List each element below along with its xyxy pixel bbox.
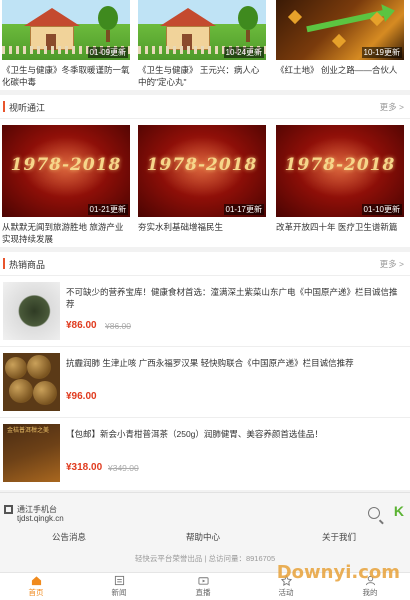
product-name[interactable]: 抗霾润肺 生津止咳 广西永福罗汉果 轻快购联合《中国原产递》栏目诚信推荐 — [66, 357, 402, 369]
update-badge: 10-19更新 — [361, 47, 402, 58]
video-section: 视听通江 更多 > 1978-2018 01-21更新 从默默无闻到旅游胜地 旅… — [0, 95, 410, 247]
more-link[interactable]: 更多 > — [380, 258, 404, 270]
section-title: 热销商品 — [9, 260, 46, 270]
more-link[interactable]: 更多 > — [380, 101, 404, 113]
product-image[interactable]: 金桔普洱柑之美 — [3, 424, 60, 482]
product-original-price: ¥86.00 — [105, 321, 131, 331]
tab-news[interactable]: 新闻 — [99, 575, 139, 598]
video-thumbnail[interactable]: 1978-2018 01-21更新 — [2, 125, 130, 217]
product-image-label: 金桔普洱柑之美 — [7, 428, 50, 434]
footer-link-about[interactable]: 关于我们 — [322, 531, 356, 543]
site-footer: 通江手机台 tjdst.qingk.cn K 公告消息 帮助中心 关于我们 轻快… — [0, 492, 410, 572]
site-url: tjdst.qingk.cn — [17, 514, 64, 523]
home-icon — [31, 576, 41, 586]
product-name[interactable]: 不可缺少的营养宝库！健康食材首选：潼满深土紫菜山东广电《中国原产递》栏目诚信推荐 — [66, 286, 402, 310]
tab-label: 我的 — [362, 588, 378, 597]
product-item[interactable]: 抗霾润肺 生津止咳 广西永福罗汉果 轻快购联合《中国原产递》栏目诚信推荐 ¥96… — [0, 353, 410, 411]
product-image[interactable] — [3, 282, 60, 340]
search-icon[interactable] — [368, 507, 380, 519]
video-thumbnail[interactable]: 01-09更新 — [2, 0, 130, 60]
product-name[interactable]: 【包邮】新会小青柑普洱茶（250g）润肺健胃、美容养颜首选佳品！ — [66, 428, 402, 440]
video-thumbnail[interactable]: 1978-2018 01-17更新 — [138, 125, 266, 217]
video-caption[interactable]: 《卫生与健康》冬季取暖谨防一氧化碳中毒 — [2, 64, 130, 88]
video-thumbnail[interactable]: 10-19更新 — [276, 0, 404, 60]
update-badge: 01-21更新 — [87, 204, 128, 215]
thumbnail-title-text: 1978-2018 — [10, 155, 122, 175]
product-item[interactable]: 不可缺少的营养宝库！健康食材首选：潼满深土紫菜山东广电《中国原产递》栏目诚信推荐… — [0, 282, 410, 340]
top-video-card[interactable]: 10-19更新 《红土地》 创业之路——合伙人 — [276, 0, 404, 88]
footer-link-help[interactable]: 帮助中心 — [186, 531, 220, 543]
top-video-card[interactable]: 01-09更新 《卫生与健康》冬季取暖谨防一氧化碳中毒 — [2, 0, 130, 88]
tab-label: 新闻 — [111, 588, 127, 597]
tree-illustration — [238, 6, 258, 42]
thumbnail-title-text: 1978-2018 — [146, 155, 258, 175]
update-badge: 01-09更新 — [87, 47, 128, 58]
accent-bar — [3, 101, 5, 112]
product-image[interactable] — [3, 353, 60, 411]
news-icon — [114, 575, 124, 586]
footer-link-notice[interactable]: 公告消息 — [52, 531, 86, 543]
brand-logo[interactable]: K — [394, 503, 404, 519]
product-item[interactable]: 金桔普洱柑之美 【包邮】新会小青柑普洱茶（250g）润肺健胃、美容养颜首选佳品！… — [0, 424, 410, 482]
video-caption[interactable]: 夯实水利基础增福民生 — [138, 221, 266, 245]
update-badge: 01-17更新 — [223, 204, 264, 215]
product-price: ¥318.00 — [66, 462, 103, 473]
video-caption[interactable]: 从默默无闻到旅游胜地 旅游产业实现持续发展 — [2, 221, 130, 245]
house-illustration — [160, 8, 216, 50]
tab-live[interactable]: 直播 — [183, 575, 223, 598]
product-price: ¥86.00 — [66, 320, 97, 331]
tree-illustration — [98, 6, 118, 42]
qr-code-icon — [4, 505, 13, 514]
accent-bar — [3, 258, 5, 269]
tab-label: 活动 — [278, 588, 294, 597]
update-badge: 01-10更新 — [361, 204, 402, 215]
update-badge: 10-24更新 — [223, 47, 264, 58]
tab-label: 首页 — [28, 588, 44, 597]
section-title: 视听通江 — [9, 103, 46, 113]
thumbnail-title-text: 1978-2018 — [284, 155, 396, 175]
video-caption[interactable]: 改革开放四十年 医疗卫生谱新篇 — [276, 221, 404, 245]
video-caption[interactable]: 《卫生与健康》 王元兴：病人心中的"定心丸" — [138, 64, 266, 88]
product-original-price: ¥349.00 — [108, 463, 139, 473]
watermark: Downyi.com — [276, 562, 400, 583]
footer-links: 公告消息 帮助中心 关于我们 — [0, 531, 410, 545]
product-section: 热销商品 更多 > 不可缺少的营养宝库！健康食材首选：潼满深土紫菜山东广电《中国… — [0, 252, 410, 490]
top-video-grid: 01-09更新 《卫生与健康》冬季取暖谨防一氧化碳中毒 10-24更新 《卫生与… — [0, 0, 410, 90]
house-illustration — [24, 8, 80, 50]
section-header: 热销商品 更多 > — [0, 252, 410, 276]
product-price: ¥96.00 — [66, 391, 97, 402]
tab-home[interactable]: 首页 — [16, 575, 56, 598]
video-thumbnail[interactable]: 1978-2018 01-10更新 — [276, 125, 404, 217]
top-video-card[interactable]: 10-24更新 《卫生与健康》 王元兴：病人心中的"定心丸" — [138, 0, 266, 88]
section-header: 视听通江 更多 > — [0, 95, 410, 119]
video-thumbnail[interactable]: 10-24更新 — [138, 0, 266, 60]
video-caption[interactable]: 《红土地》 创业之路——合伙人 — [276, 64, 404, 88]
tab-label: 直播 — [195, 588, 211, 597]
live-icon — [197, 577, 209, 585]
